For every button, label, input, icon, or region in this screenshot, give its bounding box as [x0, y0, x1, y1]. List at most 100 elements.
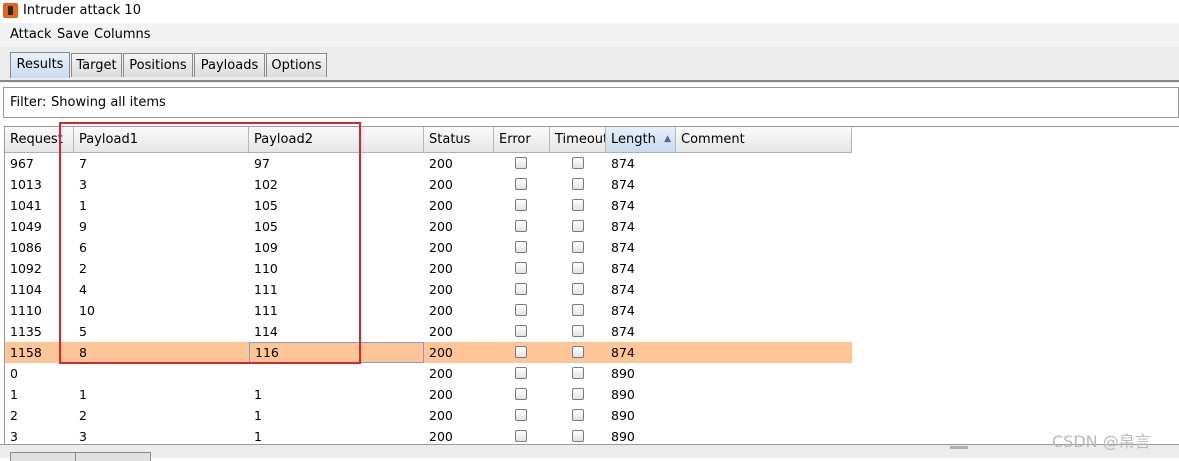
cell-length: 874: [611, 240, 635, 255]
cell-request: 0: [10, 366, 18, 381]
error-checkbox[interactable]: [515, 241, 527, 253]
table-row[interactable]: 0 200 890: [5, 363, 852, 384]
error-checkbox[interactable]: [515, 283, 527, 295]
annotation-highlight-box: [59, 122, 361, 364]
cell-comment: [676, 363, 681, 384]
cell-length: 874: [611, 198, 635, 213]
cell-payload1: [74, 363, 79, 384]
cell-request: 1110: [10, 303, 42, 318]
timeout-checkbox[interactable]: [572, 430, 584, 442]
timeout-checkbox[interactable]: [572, 409, 584, 421]
cell-status: 200: [429, 387, 453, 402]
error-checkbox[interactable]: [515, 178, 527, 190]
cell-length: 874: [611, 219, 635, 234]
error-checkbox[interactable]: [515, 325, 527, 337]
tab-divider: [0, 80, 1179, 82]
scrollbar-thumb[interactable]: [950, 446, 968, 449]
cell-payload1: 3: [79, 429, 87, 444]
timeout-checkbox[interactable]: [572, 220, 584, 232]
timeout-checkbox[interactable]: [572, 304, 584, 316]
column-header-error[interactable]: Error: [494, 127, 550, 152]
cell-payload2: 1: [254, 408, 262, 423]
column-header-status[interactable]: Status: [424, 127, 494, 152]
error-checkbox[interactable]: [515, 220, 527, 232]
title-bar: Intruder attack 10: [0, 0, 1179, 23]
timeout-checkbox[interactable]: [572, 367, 584, 379]
cell-status: 200: [429, 156, 453, 171]
cell-length: 890: [611, 429, 635, 444]
burp-app-icon: [3, 3, 18, 18]
timeout-checkbox[interactable]: [572, 325, 584, 337]
cell-comment: [676, 153, 681, 174]
error-checkbox[interactable]: [515, 199, 527, 211]
cell-status: 200: [429, 177, 453, 192]
error-checkbox[interactable]: [515, 367, 527, 379]
filter-bar[interactable]: Filter: Showing all items: [3, 87, 1179, 118]
error-checkbox[interactable]: [515, 388, 527, 400]
cell-request: 1049: [10, 219, 42, 234]
cell-comment: [676, 174, 681, 195]
filter-status: Showing all items: [51, 95, 166, 110]
timeout-checkbox[interactable]: [572, 157, 584, 169]
tab-options[interactable]: Options: [266, 53, 327, 77]
cell-length: 874: [611, 261, 635, 276]
column-header-length-label: Length: [611, 132, 656, 147]
cell-comment: [676, 405, 681, 426]
cell-length: 890: [611, 366, 635, 381]
cell-status: 200: [429, 366, 453, 381]
tab-payloads[interactable]: Payloads: [194, 53, 265, 77]
cell-payload2: 1: [254, 387, 262, 402]
cell-request: 1086: [10, 240, 42, 255]
cell-comment: [676, 300, 681, 321]
cell-status: 200: [429, 198, 453, 213]
cell-length: 890: [611, 408, 635, 423]
error-checkbox[interactable]: [515, 157, 527, 169]
column-header-comment[interactable]: Comment: [676, 127, 852, 152]
menu-save[interactable]: Save: [57, 27, 89, 42]
error-checkbox[interactable]: [515, 304, 527, 316]
timeout-checkbox[interactable]: [572, 388, 584, 400]
table-row[interactable]: 3 3 1 200 890: [5, 426, 852, 445]
cell-status: 200: [429, 282, 453, 297]
cell-request: 1: [10, 387, 18, 402]
cell-comment: [676, 258, 681, 279]
menu-bar: Attack Save Columns: [0, 23, 1179, 47]
column-header-timeout[interactable]: Timeout: [550, 127, 606, 152]
cell-request: 1135: [10, 324, 42, 339]
menu-attack[interactable]: Attack: [10, 27, 52, 42]
table-row[interactable]: 2 2 1 200 890: [5, 405, 852, 426]
cell-request: 1104: [10, 282, 42, 297]
error-checkbox[interactable]: [515, 262, 527, 274]
cell-comment: [676, 237, 681, 258]
cell-comment: [676, 195, 681, 216]
cell-comment: [676, 342, 681, 363]
tab-target[interactable]: Target: [71, 53, 122, 77]
cell-length: 874: [611, 324, 635, 339]
timeout-checkbox[interactable]: [572, 178, 584, 190]
cell-status: 200: [429, 261, 453, 276]
watermark: CSDN @帛言: [1052, 432, 1151, 451]
cell-request: 1013: [10, 177, 42, 192]
timeout-checkbox[interactable]: [572, 283, 584, 295]
cell-request: 1092: [10, 261, 42, 276]
cell-length: 874: [611, 303, 635, 318]
table-row[interactable]: 1 1 1 200 890: [5, 384, 852, 405]
column-header-length[interactable]: Length ▲: [606, 127, 676, 152]
tab-results[interactable]: Results: [10, 52, 70, 78]
cell-status: 200: [429, 324, 453, 339]
timeout-checkbox[interactable]: [572, 241, 584, 253]
cell-status: 200: [429, 219, 453, 234]
error-checkbox[interactable]: [515, 430, 527, 442]
timeout-checkbox[interactable]: [572, 346, 584, 358]
cell-request: 2: [10, 408, 18, 423]
tab-positions[interactable]: Positions: [123, 53, 193, 77]
error-checkbox[interactable]: [515, 346, 527, 358]
timeout-checkbox[interactable]: [572, 262, 584, 274]
menu-columns[interactable]: Columns: [94, 27, 151, 42]
error-checkbox[interactable]: [515, 409, 527, 421]
cell-payload2: 1: [254, 429, 262, 444]
tab-strip: Results Target Positions Payloads Option…: [0, 47, 1179, 83]
cell-request: 967: [10, 156, 34, 171]
cell-payload1: 2: [79, 408, 87, 423]
timeout-checkbox[interactable]: [572, 199, 584, 211]
